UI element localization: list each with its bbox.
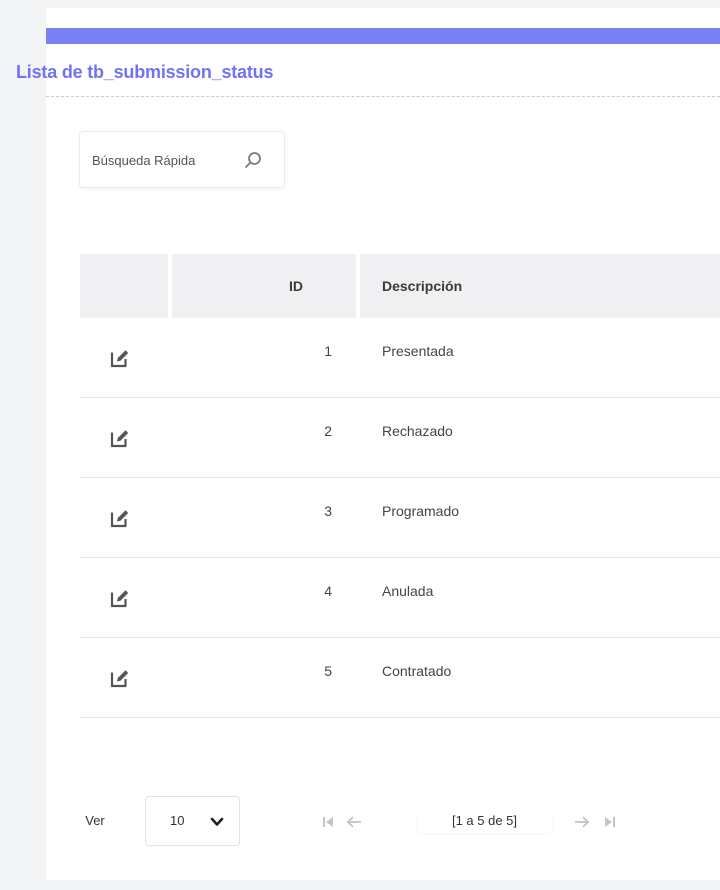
- pagination-info: [1 a 5 de 5]: [417, 809, 552, 833]
- edit-icon[interactable]: [109, 587, 131, 609]
- table-row: 4 Anulada: [80, 558, 720, 638]
- table-row: 3 Programado: [80, 478, 720, 558]
- prev-page-icon[interactable]: [344, 812, 364, 832]
- table-row: 1 Presentada: [80, 318, 720, 398]
- search-input[interactable]: [92, 150, 208, 170]
- cell-descripcion: Anulada: [382, 583, 434, 599]
- cell-id: 5: [324, 663, 332, 679]
- page-title: Lista de tb_submission_status: [16, 62, 274, 82]
- column-header-descripcion[interactable]: Descripción: [382, 254, 682, 318]
- last-page-icon[interactable]: [600, 812, 620, 832]
- edit-icon[interactable]: [109, 427, 131, 449]
- table-row: 2 Rechazado: [80, 398, 720, 478]
- next-page-icon[interactable]: [572, 812, 592, 832]
- chevron-down-icon: [210, 815, 224, 827]
- header-accent-bar: [46, 28, 720, 44]
- edit-icon[interactable]: [109, 507, 131, 529]
- cell-descripcion: Presentada: [382, 343, 454, 359]
- cell-id: 4: [324, 583, 332, 599]
- cell-id: 2: [324, 423, 332, 439]
- cell-id: 3: [324, 503, 332, 519]
- cell-id: 1: [324, 343, 332, 359]
- edit-icon[interactable]: [109, 347, 131, 369]
- edit-icon[interactable]: [109, 667, 131, 689]
- page-size-label: Ver: [76, 809, 114, 833]
- title-divider: [46, 96, 720, 97]
- cell-descripcion: Contratado: [382, 663, 452, 679]
- page-size-value: 10: [170, 813, 185, 828]
- data-table: ID Descripción 1 Presentada 2 Rechazado …: [80, 254, 720, 730]
- page-size-select[interactable]: 10: [145, 796, 240, 846]
- cell-descripcion: Rechazado: [382, 423, 453, 439]
- table-row: 5 Contratado: [80, 638, 720, 718]
- first-page-icon[interactable]: [318, 812, 338, 832]
- column-header-id[interactable]: ID: [140, 254, 303, 318]
- table-header: ID Descripción: [80, 254, 720, 318]
- cell-descripcion: Programado: [382, 503, 460, 519]
- quick-search: [79, 131, 285, 188]
- search-icon[interactable]: [242, 149, 264, 171]
